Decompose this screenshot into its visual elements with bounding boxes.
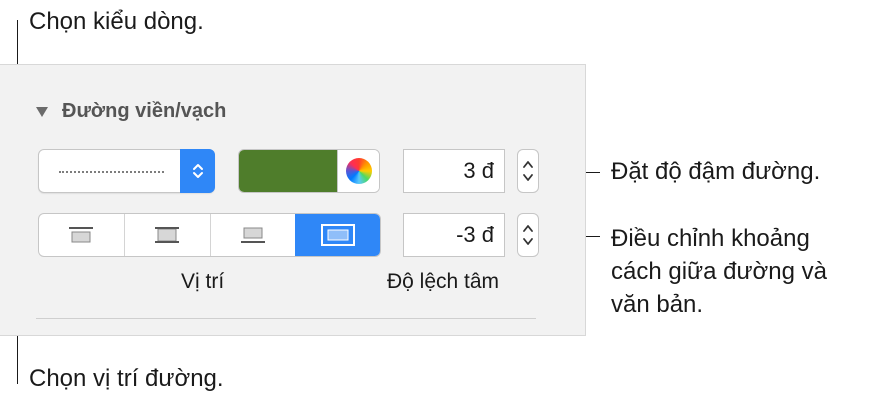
popup-chevron-icon[interactable]: [180, 149, 215, 193]
color-swatch[interactable]: [239, 150, 337, 192]
color-wheel-button[interactable]: [337, 150, 379, 192]
stepper-arrows-icon[interactable]: [522, 156, 534, 186]
frame-rule-icon: [320, 224, 355, 246]
section-title: Đường viền/vạch: [62, 100, 227, 122]
line-style-popup[interactable]: [38, 149, 215, 193]
callout-position: Chọn vị trí đường.: [29, 365, 224, 392]
callout-offset-line-3: văn bản.: [611, 291, 704, 318]
disclosure-triangle-icon[interactable]: [36, 106, 48, 117]
position-label: Vị trí: [181, 270, 225, 293]
callout-offset-line-2: cách giữa đường và: [611, 258, 827, 285]
stepper-arrows-icon[interactable]: [522, 220, 534, 250]
offset-stepper[interactable]: [517, 213, 539, 257]
position-middle-button[interactable]: [123, 214, 210, 256]
section-header[interactable]: Đường viền/vạch: [36, 100, 226, 123]
bottom-rule-icon: [240, 227, 265, 243]
color-wheel-icon: [346, 158, 372, 184]
line-position-control[interactable]: [38, 213, 381, 257]
line-weight-stepper[interactable]: [517, 149, 539, 193]
callout-line-weight: Đặt độ đậm đường.: [611, 158, 821, 185]
line-weight-field[interactable]: 3 đ: [403, 149, 505, 193]
position-bottom-button[interactable]: [209, 214, 296, 256]
section-divider: [36, 318, 536, 319]
middle-rule-icon: [155, 227, 180, 243]
position-top-button[interactable]: [39, 214, 124, 256]
offset-field[interactable]: -3 đ: [403, 213, 505, 257]
top-rule-icon: [69, 227, 94, 243]
offset-label: Độ lệch tâm: [387, 270, 500, 293]
callout-offset-line-1: Điều chỉnh khoảng: [611, 225, 810, 252]
callout-line-style: Chọn kiểu dòng.: [29, 8, 204, 35]
dotted-line-preview: [59, 171, 164, 173]
position-frame-button[interactable]: [295, 214, 380, 256]
line-color-well[interactable]: [238, 149, 380, 193]
